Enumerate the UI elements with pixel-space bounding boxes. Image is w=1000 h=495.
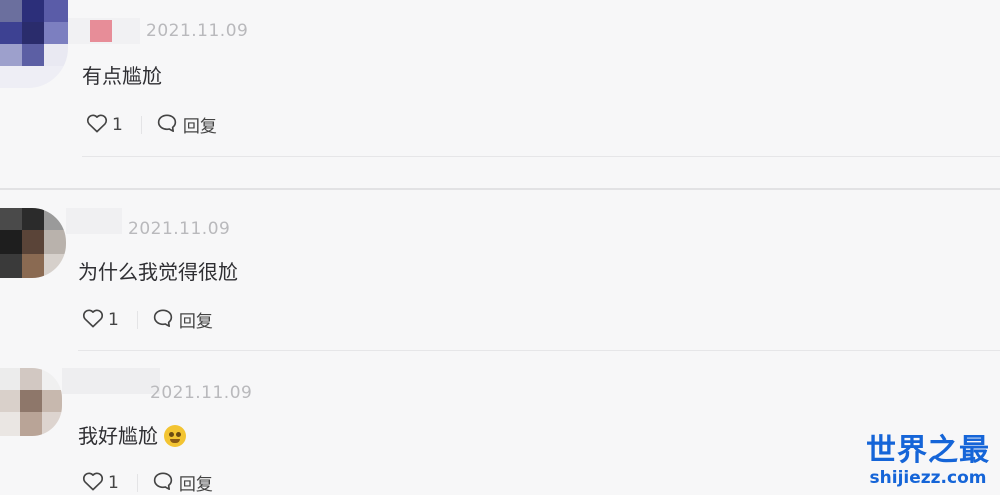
like-count: 1: [108, 472, 119, 493]
avatar[interactable]: [0, 368, 62, 436]
speech-bubble-icon: [156, 113, 178, 137]
comment-item: 2021.11.09 为什么我觉得很尬 1 回复: [0, 190, 1000, 351]
comment-text: 为什么我觉得很尬: [78, 260, 238, 284]
avatar[interactable]: [0, 208, 66, 278]
heart-outline-icon: [86, 113, 108, 137]
comment-item: 2021.11.09 我好尴尬 1 回复: [0, 350, 1000, 495]
action-divider: [136, 310, 138, 329]
comment-date: 2021.11.09: [150, 383, 253, 403]
comment-text-content: 我好尴尬: [78, 424, 158, 448]
comment-actions: 1 回复: [86, 112, 217, 137]
like-button[interactable]: 1: [82, 471, 119, 495]
speech-bubble-icon: [152, 308, 174, 332]
comment-text: 有点尴尬: [82, 64, 162, 88]
reply-label: 回复: [178, 312, 213, 332]
comment-actions: 1 回复: [82, 470, 213, 495]
username-blurred[interactable]: [62, 368, 160, 394]
username-blurred[interactable]: [66, 208, 122, 234]
comment-date: 2021.11.09: [146, 21, 249, 41]
reply-button[interactable]: 回复: [152, 307, 213, 332]
action-divider: [140, 115, 142, 134]
heart-outline-icon: [82, 308, 104, 332]
watermark-url: shijiezz.com: [869, 468, 987, 488]
comment-item: 2021.11.09 有点尴尬 1 回复: [0, 0, 1000, 190]
like-button[interactable]: 1: [82, 308, 119, 332]
row-divider: [82, 156, 1000, 157]
like-count: 1: [108, 309, 119, 330]
speech-bubble-icon: [152, 471, 174, 495]
username-blurred[interactable]: [68, 18, 140, 44]
comment-date: 2021.11.09: [128, 219, 231, 239]
heart-outline-icon: [82, 471, 104, 495]
avatar[interactable]: [0, 0, 68, 88]
comment-actions: 1 回复: [82, 307, 213, 332]
like-button[interactable]: 1: [86, 113, 123, 137]
reply-label: 回复: [178, 475, 213, 495]
grimacing-face-emoji: [164, 425, 186, 447]
reply-button[interactable]: 回复: [152, 470, 213, 495]
comment-text: 我好尴尬: [78, 420, 186, 449]
reply-button[interactable]: 回复: [156, 112, 217, 137]
like-count: 1: [112, 114, 123, 135]
watermark: 世界之最 shijiezz.com: [866, 433, 990, 489]
action-divider: [136, 473, 138, 492]
reply-label: 回复: [182, 117, 217, 137]
watermark-title: 世界之最: [866, 433, 990, 468]
